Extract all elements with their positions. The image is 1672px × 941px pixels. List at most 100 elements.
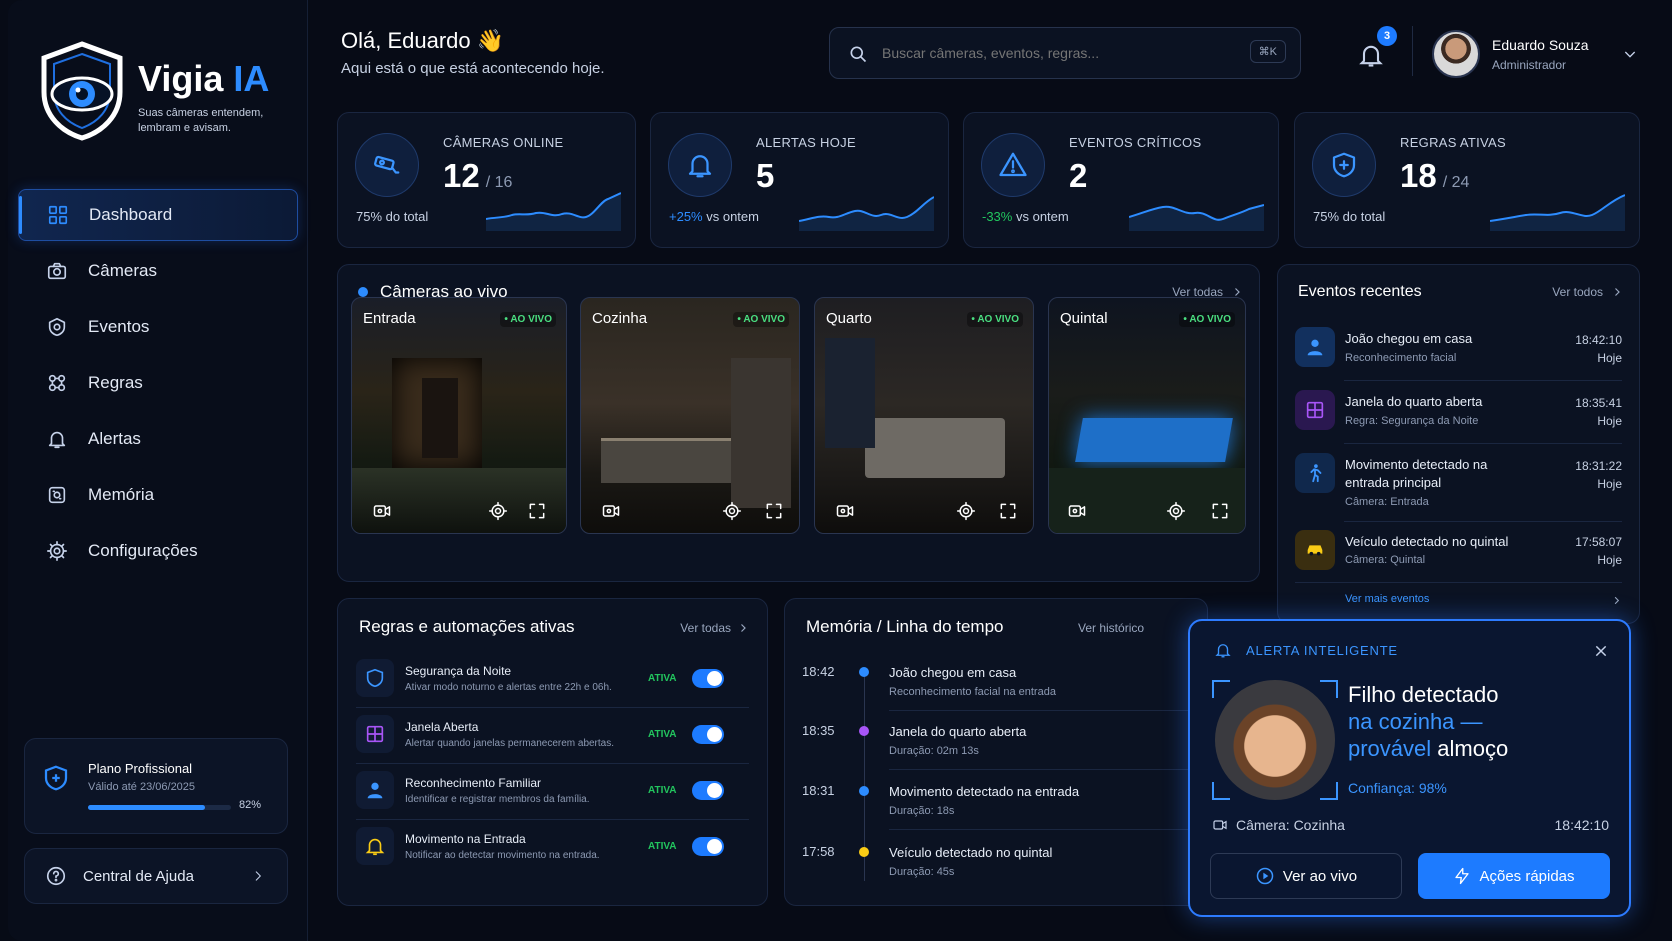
record-icon[interactable] xyxy=(835,501,855,521)
plan-usage-fill xyxy=(88,805,206,810)
event-day: Hoje xyxy=(1597,414,1622,428)
stat-label: REGRAS ATIVAS xyxy=(1400,135,1507,150)
divider xyxy=(1295,582,1622,583)
stat-value: 5 xyxy=(756,157,780,195)
fullscreen-icon[interactable] xyxy=(1210,501,1230,521)
rule-status: ATIVA xyxy=(648,785,677,796)
plan-card: Plano Profissional Válido até 23/06/2025… xyxy=(24,738,288,834)
camera-tile-quarto[interactable]: Quarto • AO VIVO xyxy=(814,297,1034,534)
user-role: Administrador xyxy=(1492,58,1567,72)
timeline-sub: Reconhecimento facial na entrada xyxy=(889,686,1056,698)
rule-sub: Identificar e registrar membros da famíl… xyxy=(405,794,590,805)
search-input[interactable] xyxy=(882,42,1212,64)
face-detection-frame xyxy=(1212,680,1338,800)
sidebar-item-regras[interactable]: Regras xyxy=(18,357,298,409)
stat-card-regras-ativas[interactable]: REGRAS ATIVAS 18 / 24 75% do total xyxy=(1294,112,1640,248)
gear-icon[interactable] xyxy=(488,501,508,521)
help-label: Central de Ajuda xyxy=(83,867,194,885)
smart-alert-card[interactable]: ALERTA INTELIGENTE Filho detectado na co… xyxy=(1188,619,1631,917)
divider xyxy=(1344,380,1622,381)
timeline-history-link[interactable]: Ver histórico xyxy=(1078,621,1144,635)
help-button[interactable]: Central de Ajuda xyxy=(24,848,288,904)
event-time: 18:31:22 Hoje xyxy=(1575,457,1622,493)
event-time-value: 18:35:41 xyxy=(1575,396,1622,410)
camera-feed-window xyxy=(825,338,875,448)
event-time-value: 18:31:22 xyxy=(1575,459,1622,473)
view-live-button[interactable]: Ver ao vivo xyxy=(1210,853,1402,899)
gear-icon[interactable] xyxy=(1166,501,1186,521)
event-time: 18:35:41 Hoje xyxy=(1575,394,1622,430)
cctv-icon xyxy=(355,133,419,197)
sidebar-item-cameras[interactable]: Câmeras xyxy=(18,245,298,297)
sidebar-item-eventos[interactable]: Eventos xyxy=(18,301,298,353)
stat-label: ALERTAS HOJE xyxy=(756,135,856,150)
sidebar-item-memoria[interactable]: Memória xyxy=(18,469,298,521)
brand-tagline-2: lembram e avisam. xyxy=(138,122,231,134)
fullscreen-icon[interactable] xyxy=(998,501,1018,521)
avatar[interactable] xyxy=(1432,30,1480,78)
camera-feed-counter xyxy=(601,438,731,483)
plan-usage-pct: 82% xyxy=(239,799,262,811)
shield-event-icon xyxy=(48,317,66,337)
search-bar[interactable]: ⌘K xyxy=(829,27,1301,79)
sidebar-item-label: Dashboard xyxy=(89,205,173,224)
sparkline-chart xyxy=(799,196,934,231)
divider xyxy=(356,707,749,708)
gear-icon xyxy=(47,541,67,561)
rule-toggle[interactable] xyxy=(692,669,724,688)
divider xyxy=(1344,443,1622,444)
stat-sub: -33% vs ontem xyxy=(982,209,1069,224)
camera-tile-quintal[interactable]: Quintal • AO VIVO xyxy=(1048,297,1246,534)
rule-toggle[interactable] xyxy=(692,781,724,800)
rule-toggle[interactable] xyxy=(692,837,724,856)
plan-usage-bar xyxy=(88,805,231,810)
close-icon[interactable] xyxy=(1593,643,1609,659)
rule-status: ATIVA xyxy=(648,729,677,740)
camera-tile-cozinha[interactable]: Cozinha • AO VIVO xyxy=(580,297,800,534)
camera-icon xyxy=(1213,820,1227,830)
chevron-right-icon[interactable] xyxy=(1611,286,1623,298)
recent-events-panel: Eventos recentes Ver todos João chegou e… xyxy=(1277,264,1640,624)
live-badge: • AO VIVO xyxy=(1179,312,1235,327)
stat-value: 12 / 16 xyxy=(443,157,512,195)
record-icon[interactable] xyxy=(601,501,621,521)
page-title: Olá, Eduardo 👋 xyxy=(341,28,505,53)
chevron-right-icon[interactable] xyxy=(737,622,749,634)
timeline-dot xyxy=(859,847,869,857)
sidebar-item-label: Eventos xyxy=(88,317,150,336)
sidebar-item-alertas[interactable]: Alertas xyxy=(18,413,298,465)
running-person-icon xyxy=(1295,453,1335,493)
event-sub: Reconhecimento facial xyxy=(1345,352,1457,364)
fullscreen-icon[interactable] xyxy=(764,501,784,521)
stat-card-alertas-hoje[interactable]: ALERTAS HOJE 5 +25% vs ontem xyxy=(650,112,949,248)
chevron-down-icon[interactable] xyxy=(1622,46,1638,62)
stat-label: CÂMERAS ONLINE xyxy=(443,135,564,150)
rule-status: ATIVA xyxy=(648,841,677,852)
stat-sub-text: 75% do total xyxy=(1313,209,1386,224)
rules-see-all-link[interactable]: Ver todas xyxy=(680,621,731,635)
window-icon xyxy=(1295,390,1335,430)
sidebar-item-configuracoes[interactable]: Configurações xyxy=(18,525,298,577)
events-see-all-link[interactable]: Ver todos xyxy=(1552,285,1603,299)
notifications-button[interactable]: 3 xyxy=(1357,26,1397,72)
section-title: Regras e automações ativas xyxy=(359,617,575,636)
record-icon[interactable] xyxy=(372,501,392,521)
stat-card-cameras-online[interactable]: CÂMERAS ONLINE 12 / 16 75% do total xyxy=(337,112,636,248)
event-time: 18:42:10 Hoje xyxy=(1575,331,1622,367)
stat-sub: 75% do total xyxy=(356,209,428,224)
record-icon[interactable] xyxy=(1067,501,1087,521)
rule-title: Reconhecimento Familiar xyxy=(405,776,542,790)
stat-card-eventos-criticos[interactable]: EVENTOS CRÍTICOS 2 -33% vs ontem xyxy=(963,112,1279,248)
grid-icon xyxy=(48,205,68,225)
stat-value-number: 2 xyxy=(1069,157,1088,194)
chevron-right-icon[interactable] xyxy=(1611,595,1622,606)
gear-icon[interactable] xyxy=(956,501,976,521)
camera-tile-entrada[interactable]: Entrada • AO VIVO xyxy=(351,297,567,534)
sidebar-item-dashboard[interactable]: Dashboard xyxy=(18,189,298,241)
fullscreen-icon[interactable] xyxy=(527,501,547,521)
quick-actions-button[interactable]: Ações rápidas xyxy=(1418,853,1610,899)
more-events-link[interactable]: Ver mais eventos xyxy=(1345,593,1429,605)
plan-name: Plano Profissional xyxy=(88,761,193,776)
gear-icon[interactable] xyxy=(722,501,742,521)
rule-toggle[interactable] xyxy=(692,725,724,744)
